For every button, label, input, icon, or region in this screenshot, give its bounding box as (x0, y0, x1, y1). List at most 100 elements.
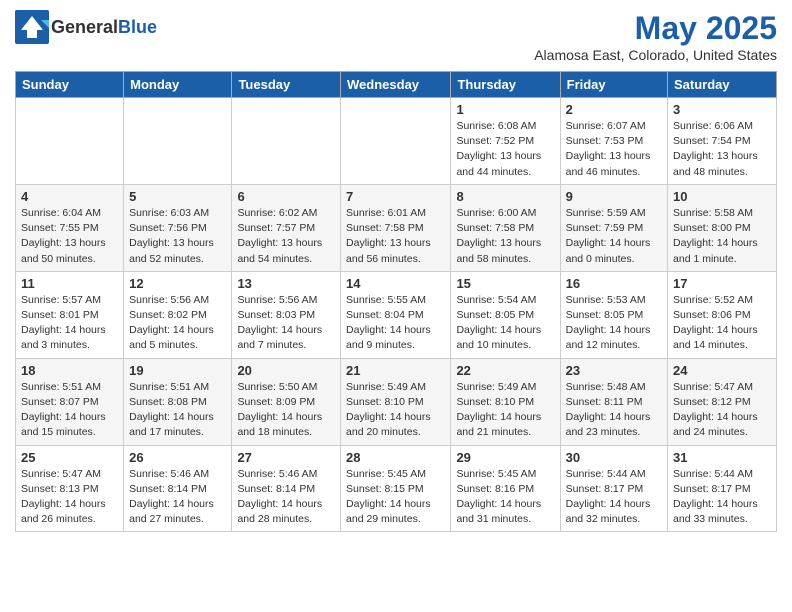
day-info: Sunrise: 5:44 AM Sunset: 8:17 PM Dayligh… (673, 467, 771, 528)
calendar-cell: 14 Sunrise: 5:55 AM Sunset: 8:04 PM Dayli… (341, 271, 451, 358)
day-number: 23 (566, 363, 662, 378)
calendar-cell: 16 Sunrise: 5:53 AM Sunset: 8:05 PM Dayli… (560, 271, 667, 358)
day-info: Sunrise: 5:55 AM Sunset: 8:04 PM Dayligh… (346, 293, 445, 354)
day-number: 17 (673, 276, 771, 291)
day-number: 18 (21, 363, 118, 378)
day-number: 31 (673, 450, 771, 465)
calendar-cell: 9 Sunrise: 5:59 AM Sunset: 7:59 PM Daylig… (560, 184, 667, 271)
day-number: 15 (456, 276, 554, 291)
day-info: Sunrise: 5:49 AM Sunset: 8:10 PM Dayligh… (346, 380, 445, 441)
day-number: 11 (21, 276, 118, 291)
col-saturday: Saturday (668, 72, 777, 98)
logo: GeneralBlue (15, 10, 157, 44)
day-info: Sunrise: 5:46 AM Sunset: 8:14 PM Dayligh… (237, 467, 335, 528)
calendar-week-4: 18 Sunrise: 5:51 AM Sunset: 8:07 PM Dayli… (16, 358, 777, 445)
calendar-cell: 19 Sunrise: 5:51 AM Sunset: 8:08 PM Dayli… (124, 358, 232, 445)
day-info: Sunrise: 5:56 AM Sunset: 8:02 PM Dayligh… (129, 293, 226, 354)
calendar-cell: 15 Sunrise: 5:54 AM Sunset: 8:05 PM Dayli… (451, 271, 560, 358)
day-info: Sunrise: 5:49 AM Sunset: 8:10 PM Dayligh… (456, 380, 554, 441)
calendar-cell: 4Sunrise: 6:04 AM Sunset: 7:55 PM Daylig… (16, 184, 124, 271)
day-number: 25 (21, 450, 118, 465)
calendar-cell: 6Sunrise: 6:02 AM Sunset: 7:57 PM Daylig… (232, 184, 341, 271)
day-info: Sunrise: 5:57 AM Sunset: 8:01 PM Dayligh… (21, 293, 118, 354)
day-number: 24 (673, 363, 771, 378)
day-info: Sunrise: 5:59 AM Sunset: 7:59 PM Dayligh… (566, 206, 662, 267)
day-number: 2 (566, 102, 662, 117)
calendar-header-row: Sunday Monday Tuesday Wednesday Thursday… (16, 72, 777, 98)
day-number: 8 (456, 189, 554, 204)
day-number: 21 (346, 363, 445, 378)
header: GeneralBlue May 2025 Alamosa East, Color… (15, 10, 777, 63)
day-info: Sunrise: 6:00 AM Sunset: 7:58 PM Dayligh… (456, 206, 554, 267)
day-info: Sunrise: 5:44 AM Sunset: 8:17 PM Dayligh… (566, 467, 662, 528)
day-number: 3 (673, 102, 771, 117)
day-number: 14 (346, 276, 445, 291)
day-info: Sunrise: 6:06 AM Sunset: 7:54 PM Dayligh… (673, 119, 771, 180)
calendar-cell: 5 Sunrise: 6:03 AM Sunset: 7:56 PM Daylig… (124, 184, 232, 271)
calendar-cell: 25 Sunrise: 5:47 AM Sunset: 8:13 PM Dayli… (16, 445, 124, 532)
month-title: May 2025 (534, 10, 777, 47)
day-info: Sunrise: 6:07 AM Sunset: 7:53 PM Dayligh… (566, 119, 662, 180)
day-number: 12 (129, 276, 226, 291)
calendar-week-1: 1Sunrise: 6:08 AM Sunset: 7:52 PM Daylig… (16, 98, 777, 185)
day-info: Sunrise: 5:45 AM Sunset: 8:15 PM Dayligh… (346, 467, 445, 528)
calendar: Sunday Monday Tuesday Wednesday Thursday… (15, 71, 777, 532)
day-number: 6 (237, 189, 335, 204)
calendar-cell: 10Sunrise: 5:58 AM Sunset: 8:00 PM Dayli… (668, 184, 777, 271)
day-info: Sunrise: 5:58 AM Sunset: 8:00 PM Dayligh… (673, 206, 771, 267)
day-info: Sunrise: 5:53 AM Sunset: 8:05 PM Dayligh… (566, 293, 662, 354)
calendar-cell: 2 Sunrise: 6:07 AM Sunset: 7:53 PM Daylig… (560, 98, 667, 185)
calendar-cell (124, 98, 232, 185)
day-number: 20 (237, 363, 335, 378)
calendar-cell: 31 Sunrise: 5:44 AM Sunset: 8:17 PM Dayli… (668, 445, 777, 532)
calendar-cell: 22 Sunrise: 5:49 AM Sunset: 8:10 PM Dayli… (451, 358, 560, 445)
calendar-cell: 7 Sunrise: 6:01 AM Sunset: 7:58 PM Daylig… (341, 184, 451, 271)
calendar-cell: 12 Sunrise: 5:56 AM Sunset: 8:02 PM Dayli… (124, 271, 232, 358)
day-number: 28 (346, 450, 445, 465)
calendar-cell: 18 Sunrise: 5:51 AM Sunset: 8:07 PM Dayli… (16, 358, 124, 445)
col-monday: Monday (124, 72, 232, 98)
col-thursday: Thursday (451, 72, 560, 98)
calendar-week-3: 11 Sunrise: 5:57 AM Sunset: 8:01 PM Dayli… (16, 271, 777, 358)
day-number: 4 (21, 189, 118, 204)
day-info: Sunrise: 5:52 AM Sunset: 8:06 PM Dayligh… (673, 293, 771, 354)
col-wednesday: Wednesday (341, 72, 451, 98)
day-number: 19 (129, 363, 226, 378)
logo-icon (15, 10, 49, 44)
day-number: 16 (566, 276, 662, 291)
calendar-cell: 20 Sunrise: 5:50 AM Sunset: 8:09 PM Dayli… (232, 358, 341, 445)
day-number: 30 (566, 450, 662, 465)
title-section: May 2025 Alamosa East, Colorado, United … (534, 10, 777, 63)
day-info: Sunrise: 5:56 AM Sunset: 8:03 PM Dayligh… (237, 293, 335, 354)
calendar-week-2: 4Sunrise: 6:04 AM Sunset: 7:55 PM Daylig… (16, 184, 777, 271)
day-number: 7 (346, 189, 445, 204)
calendar-week-5: 25 Sunrise: 5:47 AM Sunset: 8:13 PM Dayli… (16, 445, 777, 532)
day-info: Sunrise: 5:48 AM Sunset: 8:11 PM Dayligh… (566, 380, 662, 441)
day-number: 5 (129, 189, 226, 204)
day-number: 26 (129, 450, 226, 465)
day-number: 27 (237, 450, 335, 465)
logo-general-text: GeneralBlue (51, 17, 157, 37)
calendar-cell: 11 Sunrise: 5:57 AM Sunset: 8:01 PM Dayli… (16, 271, 124, 358)
day-info: Sunrise: 6:01 AM Sunset: 7:58 PM Dayligh… (346, 206, 445, 267)
day-number: 22 (456, 363, 554, 378)
day-number: 1 (456, 102, 554, 117)
day-info: Sunrise: 5:54 AM Sunset: 8:05 PM Dayligh… (456, 293, 554, 354)
day-number: 9 (566, 189, 662, 204)
day-info: Sunrise: 5:46 AM Sunset: 8:14 PM Dayligh… (129, 467, 226, 528)
page: GeneralBlue May 2025 Alamosa East, Color… (0, 0, 792, 542)
day-info: Sunrise: 5:51 AM Sunset: 8:08 PM Dayligh… (129, 380, 226, 441)
day-info: Sunrise: 5:51 AM Sunset: 8:07 PM Dayligh… (21, 380, 118, 441)
day-info: Sunrise: 6:03 AM Sunset: 7:56 PM Dayligh… (129, 206, 226, 267)
calendar-cell: 1Sunrise: 6:08 AM Sunset: 7:52 PM Daylig… (451, 98, 560, 185)
day-info: Sunrise: 5:45 AM Sunset: 8:16 PM Dayligh… (456, 467, 554, 528)
calendar-cell: 8 Sunrise: 6:00 AM Sunset: 7:58 PM Daylig… (451, 184, 560, 271)
day-number: 13 (237, 276, 335, 291)
day-info: Sunrise: 5:50 AM Sunset: 8:09 PM Dayligh… (237, 380, 335, 441)
location: Alamosa East, Colorado, United States (534, 47, 777, 63)
calendar-cell (232, 98, 341, 185)
calendar-cell: 29Sunrise: 5:45 AM Sunset: 8:16 PM Dayli… (451, 445, 560, 532)
day-info: Sunrise: 5:47 AM Sunset: 8:13 PM Dayligh… (21, 467, 118, 528)
day-info: Sunrise: 5:47 AM Sunset: 8:12 PM Dayligh… (673, 380, 771, 441)
calendar-cell (341, 98, 451, 185)
